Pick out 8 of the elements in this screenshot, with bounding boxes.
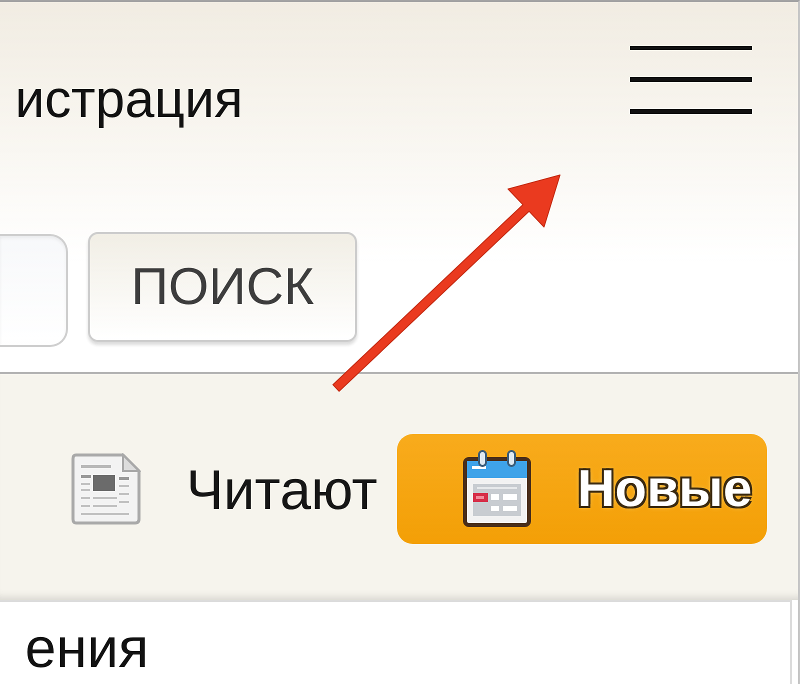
search-button[interactable]: ПОИСК	[88, 232, 357, 342]
search-field[interactable]	[0, 234, 68, 347]
menu-icon[interactable]	[630, 46, 752, 114]
calendar-icon	[462, 450, 532, 528]
newspaper-icon	[71, 453, 142, 525]
header-link[interactable]: истрация	[0, 68, 243, 132]
tab[interactable]: Читают	[71, 449, 378, 529]
section-heading: ения	[24, 616, 150, 680]
